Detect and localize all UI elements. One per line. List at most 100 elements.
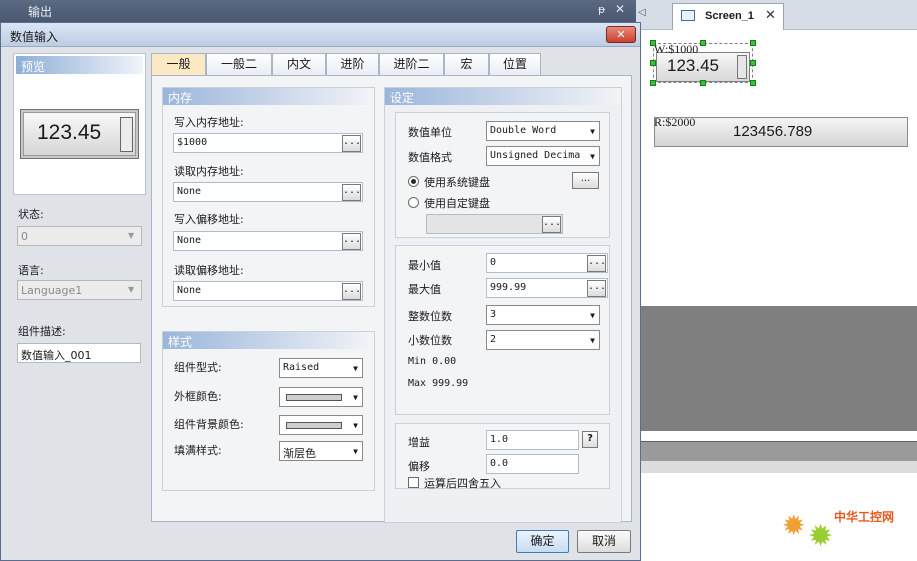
gain-input[interactable]: 1.0 xyxy=(486,430,579,450)
canvas-divider xyxy=(641,431,917,441)
read-offset-value: None xyxy=(177,285,202,296)
custom-keyboard-browse-button[interactable]: ... xyxy=(542,216,561,233)
resize-handle[interactable] xyxy=(750,80,756,86)
offset-input[interactable]: 0.0 xyxy=(486,454,579,474)
max-value-browse-button[interactable]: ... xyxy=(587,280,606,297)
value-format-value: Unsigned Decima xyxy=(490,150,581,161)
resize-handle[interactable] xyxy=(700,80,706,86)
dialog-titlebar[interactable]: 数值输入 ✕ xyxy=(1,23,640,47)
settings-group: 设定 数值单位 Double Word ▼ 数值格式 Unsigned Deci… xyxy=(384,87,622,523)
component-type-select[interactable]: Raised ▼ xyxy=(279,358,363,378)
write-address-browse-button[interactable]: ... xyxy=(342,135,361,152)
background-color-select[interactable]: ▼ xyxy=(279,415,363,435)
min-value-input[interactable]: 0 ... xyxy=(486,253,608,273)
decimal-digits-value: 2 xyxy=(490,334,497,345)
value-unit-value: Double Word xyxy=(490,125,557,136)
integer-digits-select[interactable]: 3 ▼ xyxy=(486,305,600,325)
custom-keyboard-input[interactable]: ... xyxy=(426,214,563,234)
value-format-select[interactable]: Unsigned Decima ▼ xyxy=(486,146,600,166)
read-address-browse-button[interactable]: ... xyxy=(342,184,361,201)
range-subgroup: 最小值 0 ... 最大值 999.99 ... 整数位数 3 ▼ 小数位数 2 xyxy=(395,245,610,415)
write-address-input[interactable]: $1000 ... xyxy=(173,133,363,153)
preview-panel: 预览 123.45 xyxy=(13,53,146,195)
tab-screen-1[interactable]: Screen_1 ✕ xyxy=(672,3,784,30)
decimal-digits-label: 小数位数 xyxy=(408,334,452,347)
write-offset-browse-button[interactable]: ... xyxy=(342,233,361,250)
state-label: 状态: xyxy=(18,208,44,221)
min-value-label: 最小值 xyxy=(408,259,441,272)
max-readout: Max 999.99 xyxy=(408,378,469,389)
widget-value: 123.45 xyxy=(667,56,719,75)
language-select[interactable]: Language1 ▼ xyxy=(17,280,142,300)
custom-keyboard-radio[interactable] xyxy=(408,197,419,208)
description-input[interactable]: 数值输入_001 xyxy=(17,343,141,363)
value-format-label: 数值格式 xyxy=(408,151,452,164)
settings-group-header: 设定 xyxy=(385,88,621,105)
preview-header: 预览 xyxy=(16,56,143,74)
ok-button[interactable]: 确定 xyxy=(516,530,569,553)
output-panel-title: 输出 xyxy=(28,5,53,19)
tab-close-icon[interactable]: ✕ xyxy=(765,8,776,23)
read-offset-label: 读取偏移地址: xyxy=(174,264,244,277)
close-button[interactable]: ✕ xyxy=(606,26,636,43)
system-keyboard-browse-button[interactable]: ... xyxy=(572,172,599,189)
round-label: 运算后四舍五入 xyxy=(424,477,501,490)
language-value: Language1 xyxy=(21,284,83,297)
resize-handle[interactable] xyxy=(750,40,756,46)
output-close-icon[interactable]: ✕ xyxy=(615,2,625,16)
decimal-digits-select[interactable]: 2 ▼ xyxy=(486,330,600,350)
write-address-value: $1000 xyxy=(177,137,208,148)
resize-handle[interactable] xyxy=(650,40,656,46)
canvas-shape[interactable] xyxy=(641,441,917,461)
help-button[interactable]: ? xyxy=(582,431,598,448)
state-select[interactable]: 0 ▼ xyxy=(17,226,142,246)
preview-knob xyxy=(120,117,133,152)
tab-macro[interactable]: 宏 xyxy=(444,53,489,75)
write-offset-label: 写入偏移地址: xyxy=(174,213,244,226)
fill-style-select[interactable]: 渐层色 ▼ xyxy=(279,441,363,461)
cancel-button[interactable]: 取消 xyxy=(577,530,631,553)
fill-style-value: 渐层色 xyxy=(283,447,316,460)
canvas-shape[interactable] xyxy=(641,306,917,431)
tab-general[interactable]: 一般 xyxy=(151,53,206,76)
pin-icon[interactable]: ᵽ xyxy=(598,3,605,16)
write-address-label: 写入内存地址: xyxy=(174,116,244,129)
read-offset-input[interactable]: None ... xyxy=(173,281,363,301)
chevron-down-icon: ▼ xyxy=(590,336,595,345)
write-offset-input[interactable]: None ... xyxy=(173,231,363,251)
max-value: 999.99 xyxy=(490,282,527,293)
tab-scroll-left-icon[interactable]: ◁ xyxy=(638,7,646,18)
resize-handle[interactable] xyxy=(650,60,656,66)
resize-handle[interactable] xyxy=(700,40,706,46)
tab-position[interactable]: 位置 xyxy=(489,53,541,75)
round-checkbox[interactable] xyxy=(408,477,419,488)
preview-value: 123.45 xyxy=(37,121,102,144)
min-value-browse-button[interactable]: ... xyxy=(587,255,606,272)
tab-general-2[interactable]: 一般二 xyxy=(206,53,272,75)
tab-text[interactable]: 内文 xyxy=(272,53,326,75)
screen-canvas[interactable] xyxy=(636,0,917,561)
preview-title: 预览 xyxy=(21,60,46,74)
read-address-input[interactable]: None ... xyxy=(173,182,363,202)
description-value: 数值输入_001 xyxy=(21,349,92,362)
write-offset-value: None xyxy=(177,235,202,246)
tab-advanced[interactable]: 进阶 xyxy=(326,53,379,75)
min-value: 0 xyxy=(490,257,497,268)
screen-icon xyxy=(681,10,695,21)
value-unit-select[interactable]: Double Word ▼ xyxy=(486,121,600,141)
style-group-title: 样式 xyxy=(168,335,193,349)
memory-group-header: 内存 xyxy=(163,88,374,105)
tab-advanced-2[interactable]: 进阶二 xyxy=(379,53,444,75)
read-offset-browse-button[interactable]: ... xyxy=(342,283,361,300)
system-keyboard-radio[interactable] xyxy=(408,176,419,187)
chevron-down-icon: ▼ xyxy=(590,152,595,161)
chevron-down-icon: ▼ xyxy=(128,285,135,294)
background-color-label: 组件背景颜色: xyxy=(174,418,244,431)
read-address-value: None xyxy=(177,186,202,197)
style-group: 样式 组件型式: Raised ▼ 外框颜色: ▼ 组件背景颜色: ▼ 填满样式… xyxy=(162,331,375,491)
resize-handle[interactable] xyxy=(650,80,656,86)
max-value-input[interactable]: 999.99 ... xyxy=(486,278,608,298)
numeric-input-dialog: 数值输入 ✕ 预览 123.45 状态: 0 ▼ 语言: Language1 ▼… xyxy=(0,22,641,561)
border-color-select[interactable]: ▼ xyxy=(279,387,363,407)
resize-handle[interactable] xyxy=(750,60,756,66)
